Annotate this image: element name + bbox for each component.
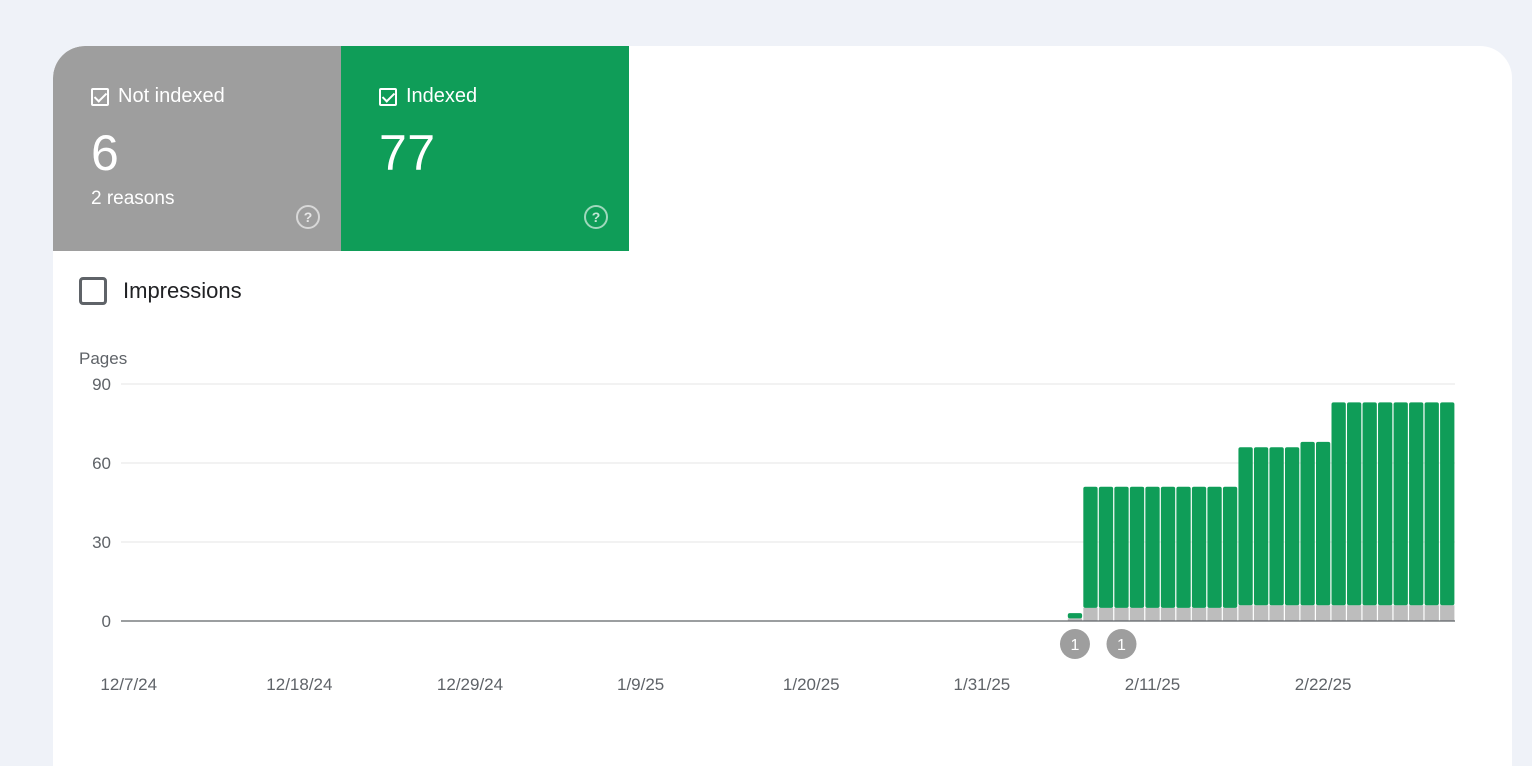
bar-not-indexed [1207, 607, 1222, 621]
annotation-marker[interactable]: 1 [1106, 629, 1137, 659]
bar-not-indexed [1315, 605, 1331, 621]
bar-indexed [1362, 402, 1377, 606]
bar-indexed [1176, 486, 1191, 608]
bar-not-indexed [1300, 605, 1315, 621]
bar-indexed [1424, 402, 1439, 606]
bar-not-indexed [1331, 605, 1346, 621]
bar-not-indexed [1409, 605, 1424, 621]
bar-indexed [1098, 486, 1114, 608]
bar-indexed [1114, 486, 1129, 608]
x-tick-label: 2/22/25 [1295, 675, 1352, 694]
bar-not-indexed [1284, 605, 1300, 621]
bar-not-indexed [1347, 605, 1362, 621]
x-tick-label: 12/29/24 [437, 675, 503, 694]
bar-indexed [1145, 486, 1160, 608]
bar-indexed [1393, 402, 1408, 606]
bar-not-indexed [1393, 605, 1408, 621]
x-tick-label: 1/31/25 [954, 675, 1011, 694]
bar-not-indexed [1238, 605, 1253, 621]
bar-not-indexed [1253, 605, 1269, 621]
bar-not-indexed [1114, 607, 1129, 621]
bar-not-indexed [1129, 607, 1145, 621]
bar-indexed [1083, 486, 1098, 608]
bar-not-indexed [1083, 607, 1098, 621]
bar-not-indexed [1440, 605, 1455, 621]
bar-indexed [1222, 486, 1238, 608]
bar-not-indexed [1160, 607, 1176, 621]
bar-indexed [1331, 402, 1346, 606]
bar-indexed [1378, 402, 1393, 606]
x-tick-label: 1/9/25 [617, 675, 664, 694]
annotation-label: 1 [1117, 637, 1126, 654]
bar-indexed [1207, 486, 1222, 608]
bar-not-indexed [1378, 605, 1393, 621]
y-tick-label: 30 [92, 533, 111, 552]
bar-not-indexed [1191, 607, 1207, 621]
bar-not-indexed [1424, 605, 1439, 621]
bar-indexed [1269, 447, 1284, 606]
x-tick-label: 2/11/25 [1125, 675, 1180, 694]
bar-not-indexed [1145, 607, 1160, 621]
bar-indexed [1191, 486, 1207, 608]
bar-indexed [1238, 447, 1253, 606]
index-coverage-card: Not indexed 6 2 reasons ? Indexed 77 ? I… [53, 46, 1512, 766]
bar-not-indexed [1269, 605, 1284, 621]
bar-indexed [1315, 441, 1331, 606]
annotation-label: 1 [1071, 637, 1080, 654]
bar-not-indexed [1176, 607, 1191, 621]
bar-indexed [1347, 402, 1362, 606]
x-tick-label: 1/20/25 [783, 675, 840, 694]
annotation-marker[interactable]: 1 [1059, 629, 1090, 659]
bar-indexed [1253, 447, 1269, 606]
x-tick-label: 12/18/24 [266, 675, 332, 694]
bar-indexed [1300, 441, 1315, 606]
y-tick-label: 90 [92, 375, 111, 394]
bar-not-indexed [1222, 607, 1238, 621]
x-tick-label: 12/7/24 [100, 675, 157, 694]
pages-chart: Pages 0 30 60 90 12/7/24 12/18/24 12/29/24 1/9/2… [79, 349, 1455, 694]
y-axis-label: Pages [79, 349, 127, 368]
bar-indexed [1067, 613, 1083, 619]
bar-indexed [1160, 486, 1176, 608]
bar-not-indexed [1362, 605, 1377, 621]
bar-indexed [1440, 402, 1455, 606]
y-tick-label: 60 [92, 454, 111, 473]
bar-indexed [1129, 486, 1145, 608]
bar-indexed [1409, 402, 1424, 606]
bar-not-indexed [1098, 607, 1114, 621]
y-tick-label: 0 [102, 612, 111, 631]
bar-indexed [1284, 447, 1300, 606]
